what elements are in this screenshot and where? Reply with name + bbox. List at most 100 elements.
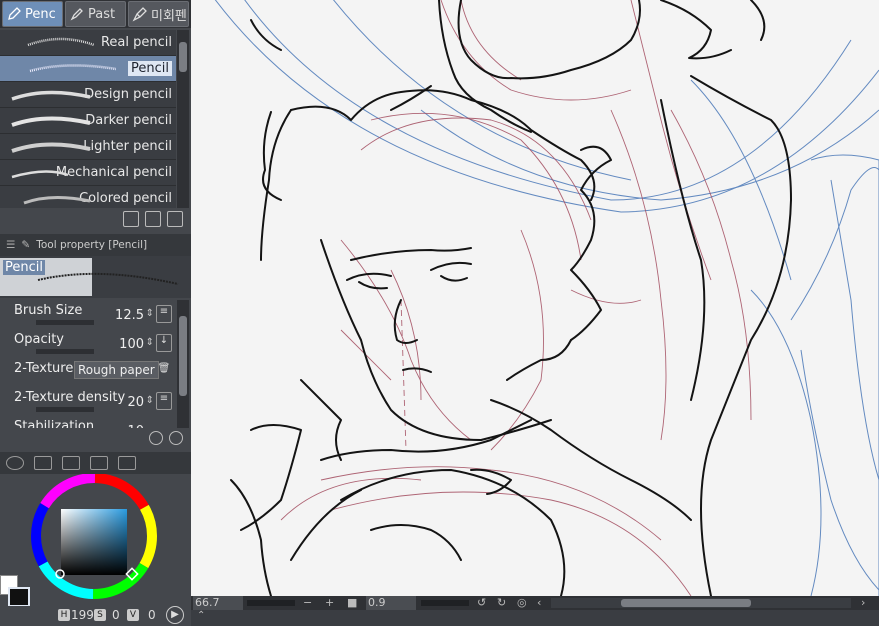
scroll-right-icon[interactable]: › <box>861 596 865 609</box>
left-panel: Penc Past 미회펜 Real pencil Pencil Design … <box>0 0 191 626</box>
value-key: V <box>127 609 139 621</box>
saturation-value[interactable]: 0 <box>112 608 120 622</box>
color-panel-tabs <box>0 452 191 474</box>
brush-size-value[interactable]: 12.5 <box>115 308 144 323</box>
brush-size-spinner[interactable]: ⇕ <box>146 308 154 319</box>
texture-density-slider[interactable] <box>36 407 94 412</box>
canvas-status-bar: 66.7 − + ■ 0.9 ↺ ↻ ◎ ‹ › <box>191 596 879 610</box>
reset-rotation-icon[interactable]: ◎ <box>517 596 527 609</box>
color-set-tab-icon[interactable] <box>62 456 80 470</box>
intermediate-color-tab-icon[interactable] <box>90 456 108 470</box>
tab-label: Penc <box>25 6 56 22</box>
opacity-spinner[interactable]: ⇕ <box>146 337 154 348</box>
property-scrollbar[interactable] <box>177 300 189 428</box>
brush-item-lighter-pencil[interactable]: Lighter pencil <box>0 134 176 160</box>
texture-delete-button[interactable]: 🗑 <box>156 363 172 381</box>
scroll-left-icon[interactable]: ‹ <box>537 596 541 609</box>
tool-property-header: ☰ ✎ Tool property [Pencil] <box>0 234 191 256</box>
zoom-field[interactable]: 66.7 <box>193 596 243 610</box>
scrollbar-thumb[interactable] <box>179 316 187 396</box>
opacity-label: Opacity <box>14 332 65 347</box>
stroke-preview <box>11 90 91 101</box>
clip-studio-window: Penc Past 미회펜 Real pencil Pencil Design … <box>0 0 879 626</box>
brush-item-colored-pencil[interactable]: Colored pencil <box>0 186 176 208</box>
texture-select[interactable]: Rough paper <box>74 361 159 379</box>
rotation-slider[interactable] <box>421 600 469 606</box>
sub-color-swatch[interactable] <box>8 587 30 607</box>
color-wheel[interactable] <box>0 473 191 604</box>
texture-density-dynamics-button[interactable]: ≡ <box>156 392 172 410</box>
texture-density-label: 2-Texture density <box>14 390 126 405</box>
trash-icon[interactable] <box>167 211 183 227</box>
fit-icon[interactable]: ■ <box>347 596 357 609</box>
rotation-field[interactable]: 0.9 <box>366 596 416 610</box>
stroke-preview <box>11 116 91 127</box>
expand-icon[interactable]: ⌃ <box>197 610 205 621</box>
duplicate-icon[interactable] <box>145 211 161 227</box>
preview-stroke <box>37 272 179 285</box>
tab-pastel[interactable]: Past <box>65 1 126 27</box>
ink-line-art <box>230 0 792 596</box>
reset-icon[interactable] <box>149 431 163 445</box>
value-value[interactable]: 0 <box>148 608 156 622</box>
brush-item-design-pencil[interactable]: Design pencil <box>0 82 176 108</box>
stabilization-row: Stabilization 10 <box>0 416 176 428</box>
tab-pencil[interactable]: Penc <box>2 1 63 27</box>
texture-label: 2-Texture <box>14 361 74 376</box>
red-sketch-lines <box>280 0 752 596</box>
brush-list: Real pencil Pencil Design pencil Darker … <box>0 30 176 208</box>
play-icon[interactable]: ▶ <box>166 606 184 624</box>
stroke-preview <box>11 170 69 179</box>
brush-size-label: Brush Size <box>14 303 83 318</box>
color-history-tab-icon[interactable] <box>118 456 136 470</box>
color-wheel-tab-icon[interactable] <box>6 456 24 470</box>
pencil-icon <box>8 7 21 20</box>
canvas-horizontal-scrollbar[interactable] <box>551 598 851 608</box>
brush-size-slider[interactable] <box>36 320 94 325</box>
texture-density-spinner[interactable]: ⇕ <box>146 395 154 406</box>
stabilization-label: Stabilization <box>14 419 95 428</box>
rotate-right-icon[interactable]: ↻ <box>497 596 506 609</box>
opacity-row: Opacity 100 ⇕ ↓ <box>0 329 176 358</box>
brush-item-darker-pencil[interactable]: Darker pencil <box>0 108 176 134</box>
texture-density-row: 2-Texture density 20 ⇕ ≡ <box>0 387 176 416</box>
brush-item-real-pencil[interactable]: Real pencil <box>0 30 176 56</box>
brush-label: Real pencil <box>100 35 172 50</box>
brush-size-dynamics-button[interactable]: ≡ <box>156 305 172 323</box>
texture-density-value[interactable]: 20 <box>127 395 144 410</box>
import-icon[interactable] <box>123 211 139 227</box>
pastel-icon <box>70 8 83 21</box>
tab-pen[interactable]: 미회펜 <box>128 1 189 27</box>
hue-value[interactable]: 199 <box>71 608 94 622</box>
menu-icon[interactable]: ☰ <box>6 239 15 251</box>
brush-label: Design pencil <box>84 87 172 102</box>
opacity-slider[interactable] <box>36 349 94 354</box>
brush-item-pencil[interactable]: Pencil <box>0 56 176 82</box>
scrollbar-thumb[interactable] <box>621 599 751 607</box>
tool-property-icon: ✎ <box>21 239 31 251</box>
rotate-left-icon[interactable]: ↺ <box>477 596 486 609</box>
wrench-icon[interactable] <box>169 431 183 445</box>
opacity-value[interactable]: 100 <box>119 337 144 352</box>
tool-property-title: Tool property [Pencil] <box>36 239 148 251</box>
color-wheel-panel <box>0 473 191 604</box>
color-slider-tab-icon[interactable] <box>34 456 52 470</box>
bottom-strip: ⌃ <box>191 610 879 626</box>
brush-preview: Pencil <box>0 256 191 298</box>
zoom-out-icon[interactable]: − <box>303 596 312 609</box>
opacity-dynamics-button[interactable]: ↓ <box>156 334 172 352</box>
stroke-preview <box>29 64 116 73</box>
canvas[interactable] <box>191 0 879 596</box>
brush-label: Lighter pencil <box>83 139 172 154</box>
brush-item-mechanical-pencil[interactable]: Mechanical pencil <box>0 160 176 186</box>
brush-list-scrollbar[interactable] <box>177 30 189 208</box>
brush-list-toolbar <box>0 208 191 232</box>
zoom-in-icon[interactable]: + <box>325 596 334 609</box>
stroke-preview <box>27 37 95 47</box>
brush-size-row: Brush Size 12.5 ⇕ ≡ <box>0 300 176 329</box>
zoom-slider[interactable] <box>247 600 295 606</box>
hue-key: H <box>58 609 70 621</box>
stroke-preview <box>11 142 91 153</box>
hsv-readout: H 199 S 0 V 0 ▶ <box>0 606 191 626</box>
scrollbar-thumb[interactable] <box>179 42 187 72</box>
